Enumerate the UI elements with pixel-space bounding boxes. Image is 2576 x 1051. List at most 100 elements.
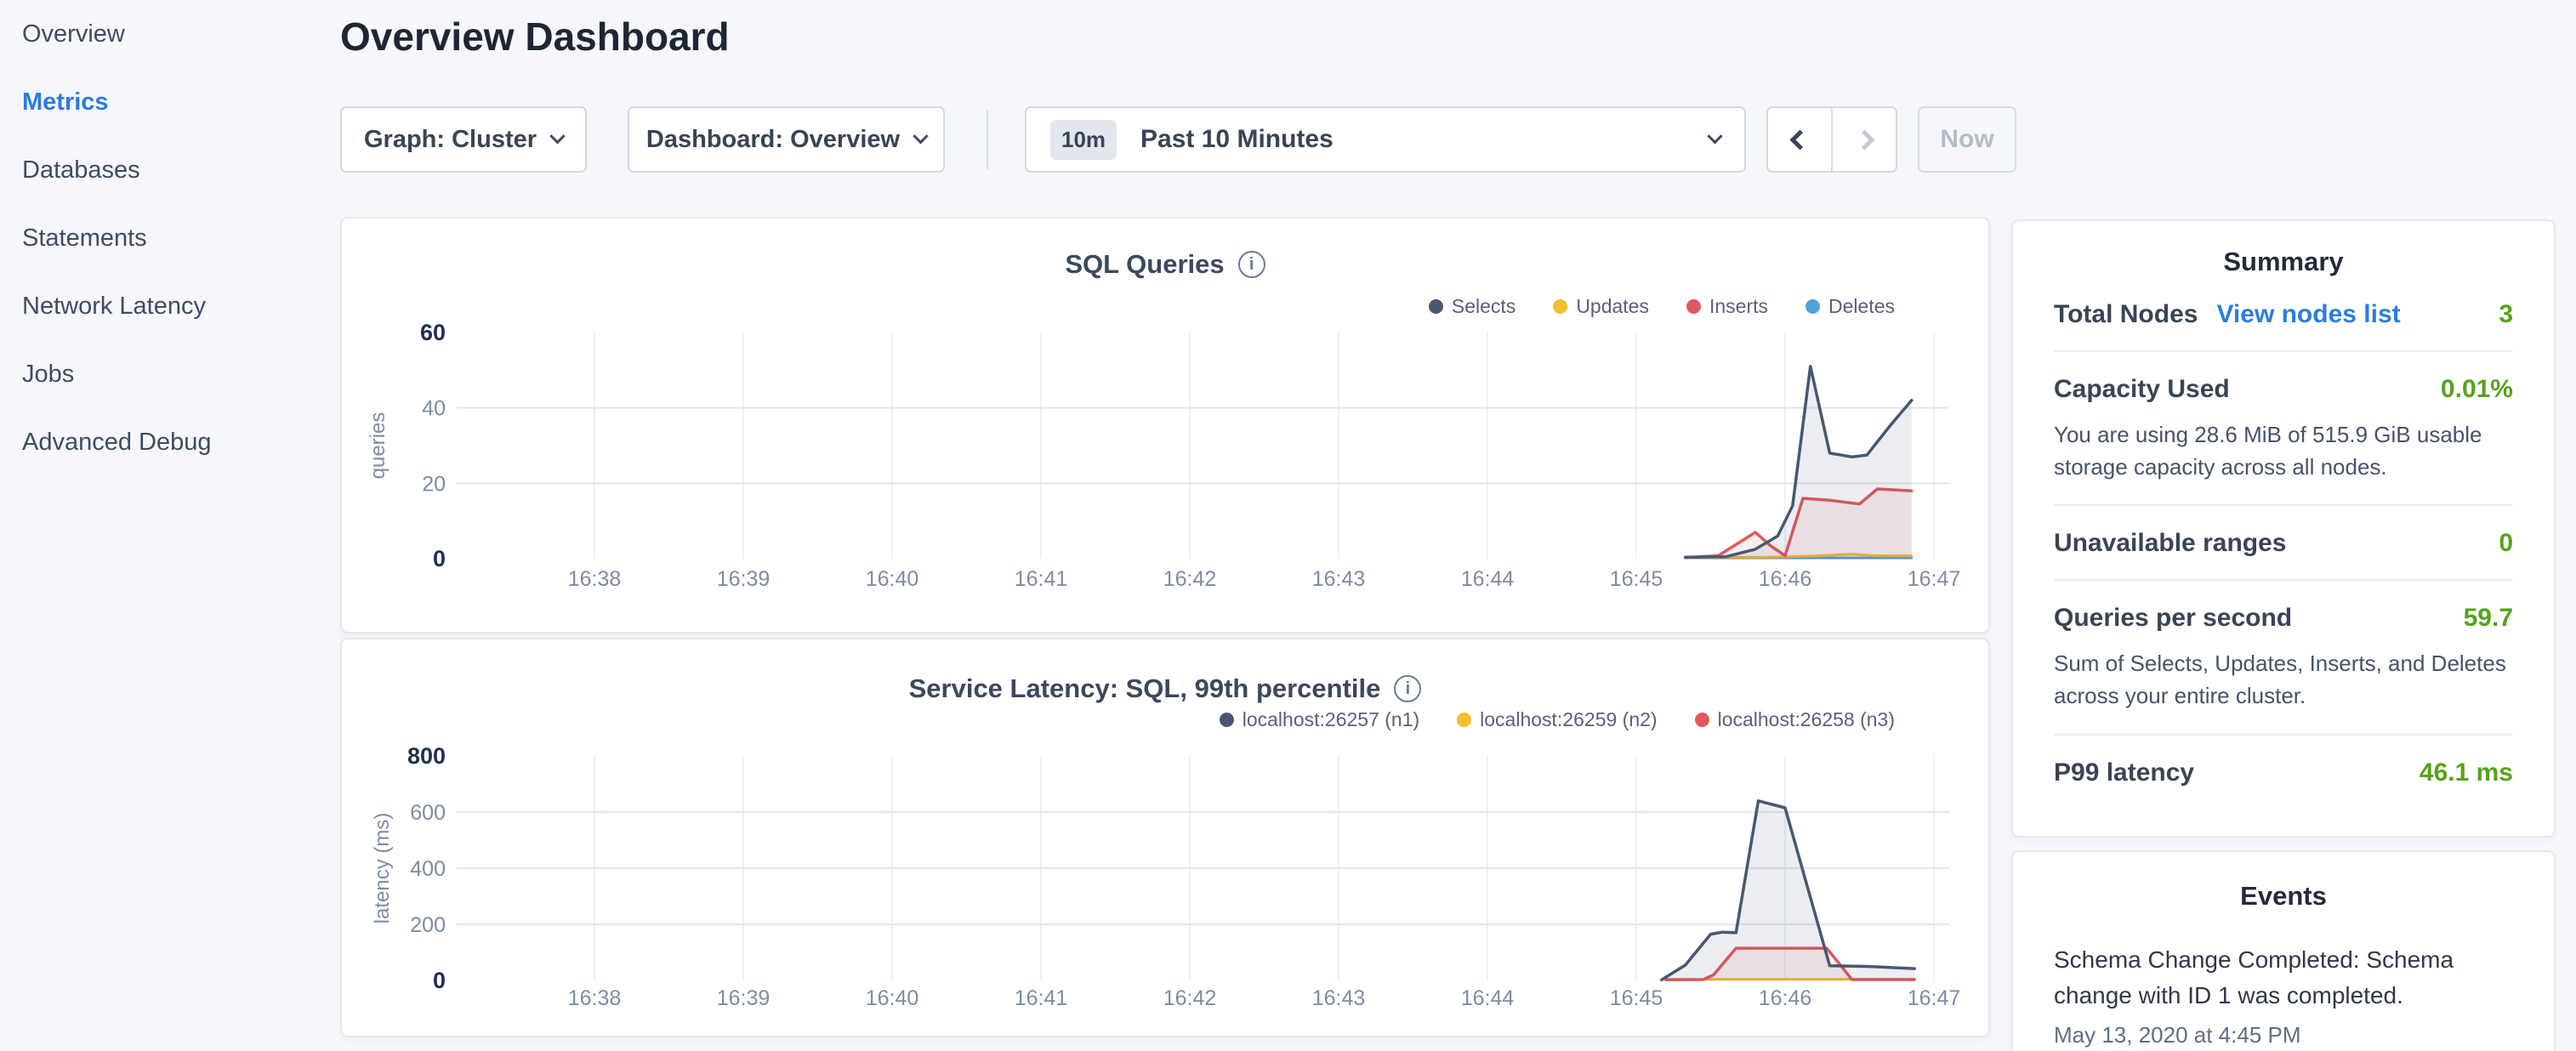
chart-legend: localhost:26257 (n1) localhost:26259 (n2)…	[1220, 708, 1895, 731]
legend-label: localhost:26259 (n2)	[1480, 708, 1657, 731]
svg-text:16:38: 16:38	[568, 567, 622, 591]
sidebar-item-statements[interactable]: Statements	[0, 204, 340, 272]
graph-dropdown-label: Graph: Cluster	[364, 126, 537, 154]
svg-text:16:39: 16:39	[717, 986, 771, 1010]
time-range-picker[interactable]: 10m Past 10 Minutes	[1025, 106, 1746, 173]
total-nodes-label: Total Nodes	[2054, 300, 2198, 329]
svg-text:16:43: 16:43	[1312, 986, 1366, 1010]
svg-text:16:42: 16:42	[1163, 567, 1217, 591]
legend-dot-icon	[1429, 299, 1443, 314]
chevron-down-icon	[913, 128, 928, 144]
svg-text:16:40: 16:40	[866, 986, 919, 1010]
summary-row-capacity: Capacity Used 0.01% You are using 28.6 M…	[2054, 352, 2513, 506]
svg-text:16:38: 16:38	[568, 986, 622, 1010]
unavailable-ranges-value: 0	[2499, 529, 2513, 558]
legend-item: localhost:26259 (n2)	[1457, 708, 1657, 731]
summary-row-total-nodes: Total Nodes View nodes list 3	[2054, 277, 2513, 352]
legend-dot-icon	[1457, 713, 1471, 727]
chart-title: Service Latency: SQL, 99th percentile	[909, 673, 1381, 704]
svg-text:16:40: 16:40	[866, 567, 919, 591]
svg-text:400: 400	[410, 857, 446, 881]
svg-text:60: 60	[420, 320, 446, 345]
svg-text:20: 20	[422, 472, 446, 496]
unavailable-ranges-label: Unavailable ranges	[2054, 529, 2286, 558]
svg-text:16:45: 16:45	[1610, 567, 1663, 591]
legend-dot-icon	[1805, 299, 1820, 314]
sidebar-item-overview[interactable]: Overview	[0, 0, 340, 68]
svg-text:800: 800	[407, 743, 446, 769]
graph-dropdown[interactable]: Graph: Cluster	[340, 106, 587, 173]
svg-text:16:46: 16:46	[1759, 567, 1812, 591]
sidebar-item-network-latency[interactable]: Network Latency	[0, 272, 340, 340]
legend-label: localhost:26258 (n3)	[1718, 708, 1895, 731]
svg-text:40: 40	[422, 397, 446, 421]
legend-item: localhost:26258 (n3)	[1695, 708, 1895, 731]
event-timestamp: May 13, 2020 at 4:45 PM	[2054, 1022, 2513, 1048]
legend-label: Inserts	[1709, 295, 1768, 318]
legend-item: Selects	[1429, 295, 1515, 318]
sidebar-item-metrics[interactable]: Metrics	[0, 68, 340, 136]
qps-description: Sum of Selects, Updates, Inserts, and De…	[2054, 648, 2513, 712]
svg-text:16:45: 16:45	[1610, 986, 1663, 1010]
svg-text:16:41: 16:41	[1015, 986, 1068, 1010]
events-title: Events	[2054, 881, 2513, 912]
svg-text:latency (ms): latency (ms)	[371, 813, 394, 924]
info-icon[interactable]: i	[1394, 675, 1421, 702]
svg-text:16:47: 16:47	[1908, 567, 1961, 591]
dashboard-dropdown[interactable]: Dashboard: Overview	[628, 106, 945, 173]
toolbar: Graph: Cluster Dashboard: Overview 10m P…	[340, 106, 2016, 173]
svg-text:16:43: 16:43	[1312, 567, 1366, 591]
legend-dot-icon	[1686, 299, 1701, 314]
summary-row-unavailable-ranges: Unavailable ranges 0	[2054, 506, 2513, 581]
legend-label: Updates	[1576, 295, 1649, 318]
capacity-used-label: Capacity Used	[2054, 375, 2230, 404]
chevron-left-icon	[1789, 129, 1810, 150]
time-prev-button[interactable]	[1768, 108, 1833, 171]
events-panel: Events Schema Change Completed: Schema c…	[2011, 850, 2556, 1051]
sidebar-item-databases[interactable]: Databases	[0, 136, 340, 204]
view-nodes-list-link[interactable]: View nodes list	[2216, 300, 2400, 329]
qps-value: 59.7	[2464, 604, 2513, 633]
summary-row-p99: P99 latency 46.1 ms	[2054, 736, 2513, 809]
page-title: Overview Dashboard	[340, 14, 730, 60]
svg-text:0: 0	[433, 968, 446, 993]
time-window-badge: 10m	[1050, 120, 1117, 160]
svg-text:queries: queries	[367, 412, 390, 480]
event-message: Schema Change Completed: Schema change w…	[2054, 942, 2513, 1014]
legend-item: Inserts	[1686, 295, 1768, 318]
series-area	[1662, 801, 1914, 980]
sidebar-item-advanced-debug[interactable]: Advanced Debug	[0, 408, 340, 476]
toolbar-divider	[987, 110, 988, 169]
now-button[interactable]: Now	[1918, 106, 2016, 173]
legend-dot-icon	[1220, 713, 1234, 727]
legend-dot-icon	[1553, 299, 1567, 314]
svg-text:16:42: 16:42	[1163, 986, 1217, 1010]
chart-legend: Selects Updates Inserts Deletes	[1429, 295, 1895, 318]
time-window-label: Past 10 Minutes	[1140, 125, 1709, 154]
p99-latency-value: 46.1 ms	[2420, 758, 2513, 787]
sidebar-item-jobs[interactable]: Jobs	[0, 340, 340, 408]
legend-item: Deletes	[1805, 295, 1895, 318]
chevron-down-icon	[549, 128, 565, 144]
svg-text:16:46: 16:46	[1759, 986, 1812, 1010]
info-icon[interactable]: i	[1238, 251, 1265, 278]
summary-row-qps: Queries per second 59.7 Sum of Selects, …	[2054, 581, 2513, 735]
sql-queries-chart-card: SQL Queries i Selects Updates Inserts Delet…	[340, 217, 1990, 633]
dashboard-dropdown-label: Dashboard: Overview	[646, 126, 900, 154]
svg-text:600: 600	[410, 801, 446, 825]
svg-text:200: 200	[410, 913, 446, 937]
time-next-button[interactable]	[1833, 108, 1896, 171]
capacity-used-value: 0.01%	[2441, 375, 2513, 404]
time-pager	[1766, 106, 1897, 173]
chart-title: SQL Queries	[1065, 249, 1224, 280]
legend-dot-icon	[1695, 713, 1709, 727]
svg-text:16:39: 16:39	[717, 567, 771, 591]
chevron-right-icon	[1854, 129, 1874, 150]
sidebar-nav-list: OverviewMetricsDatabasesStatementsNetwor…	[0, 0, 340, 476]
summary-title: Summary	[2054, 247, 2513, 277]
legend-item: localhost:26257 (n1)	[1220, 708, 1419, 731]
summary-panel: Summary Total Nodes View nodes list 3 Ca…	[2011, 219, 2556, 838]
chevron-down-icon	[1707, 128, 1722, 144]
capacity-used-description: You are using 28.6 MiB of 515.9 GiB usab…	[2054, 419, 2513, 483]
p99-latency-label: P99 latency	[2054, 758, 2194, 787]
